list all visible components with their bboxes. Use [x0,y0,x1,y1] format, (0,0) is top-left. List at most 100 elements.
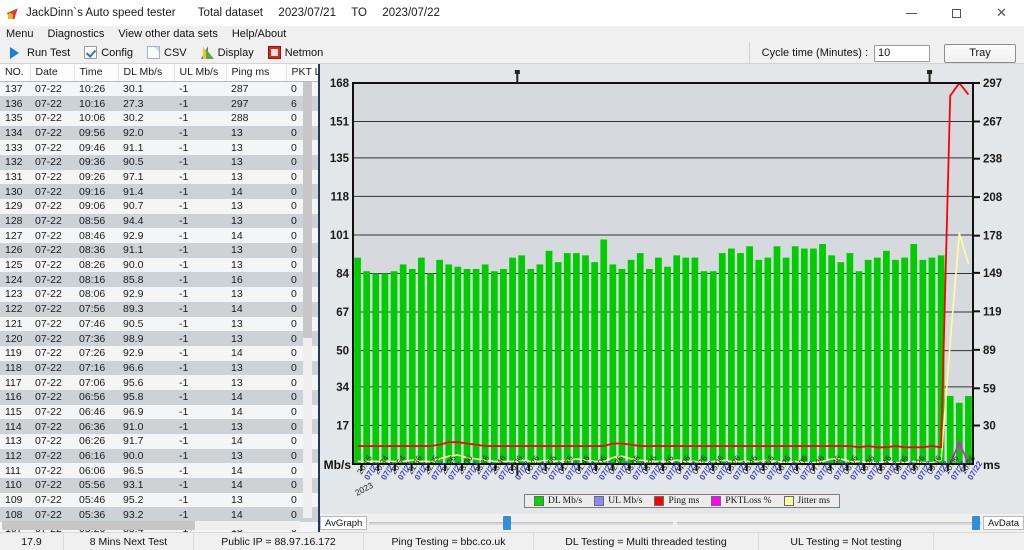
bar-dl-51[interactable] [819,244,826,464]
bar-dl-61[interactable] [910,244,918,464]
avdata-slider[interactable] [677,514,982,532]
table-row[interactable]: 12807-2208:5694.4-11301 [0,214,318,229]
bar-dl-44[interactable] [755,259,763,464]
chart-canvas[interactable]: 17 34 50 67 84 101 118 135 151 168 Mb/s 30 59 89 119 14… [320,64,1024,532]
bar-dl-19[interactable] [527,268,535,464]
bar-dl-35[interactable] [673,255,681,464]
chart-top-marker-head-1[interactable] [927,70,933,74]
bar-dl-20[interactable] [536,264,544,464]
scrollbar-thumb[interactable] [303,82,312,338]
table-horizontal-scrollbar[interactable] [2,521,300,530]
bar-dl-43[interactable] [746,246,753,464]
bar-dl-25[interactable] [582,255,589,464]
bar-dl-59[interactable] [892,259,899,464]
bar-dl-37[interactable] [691,257,699,465]
bar-dl-16[interactable] [500,268,507,464]
column-header-pkt-loss[interactable]: PKT Loss % [286,64,318,82]
bar-dl-30[interactable] [627,259,635,464]
bar-dl-47[interactable] [782,257,790,465]
bar-dl-29[interactable] [618,268,626,464]
column-header-dl[interactable]: DL Mb/s [118,64,175,82]
table-row[interactable]: 11307-2206:2691.7-11403 [0,434,318,449]
bar-dl-9[interactable] [436,259,443,464]
table-row[interactable]: 13107-2209:2697.1-11302 [0,169,318,185]
table-row[interactable]: 12507-2208:2690.0-11302 [0,257,318,273]
table-row[interactable]: 11007-2205:5693.1-11402 [0,478,318,493]
avgraph-slider-thumb[interactable] [503,516,512,530]
menu-item-help-about[interactable]: Help/About [232,26,293,42]
bar-dl-2[interactable] [372,273,380,465]
bar-dl-48[interactable] [791,246,799,464]
bar-dl-54[interactable] [846,253,854,464]
bar-dl-18[interactable] [518,255,526,464]
bar-dl-55[interactable] [855,271,863,464]
bar-dl-34[interactable] [664,266,671,464]
table-row[interactable]: 12307-2208:0692.9-11302 [0,287,318,302]
bar-dl-46[interactable] [773,246,781,464]
table-row[interactable]: 12607-2208:3691.1-11301 [0,243,318,258]
bar-dl-1[interactable] [363,271,371,464]
bar-dl-49[interactable] [800,248,808,464]
column-header-time[interactable]: Time [74,64,119,82]
table-row[interactable]: 10807-2205:3693.2-11403 [0,507,318,522]
display-button[interactable]: Display [199,45,256,60]
bar-dl-39[interactable] [709,271,717,464]
bar-dl-23[interactable] [563,253,571,464]
table-vertical-scrollbar[interactable] [303,82,312,518]
bar-dl-11[interactable] [454,266,462,464]
bar-dl-62[interactable] [919,259,927,464]
bar-dl-10[interactable] [445,264,453,464]
table-row[interactable]: 11607-2206:5695.8-11402 [0,390,318,405]
table-row[interactable]: 12007-2207:3698.9-11301 [0,331,318,346]
column-header-no[interactable]: NO. [0,64,31,82]
bar-dl-32[interactable] [645,268,653,464]
table-row[interactable]: 13307-2209:4691.1-11301 [0,140,318,155]
bar-dl-15[interactable] [490,271,498,464]
table-row[interactable]: 12107-2207:4690.5-11302 [0,316,318,332]
table-row[interactable]: 11907-2207:2692.9-11402 [0,345,318,361]
table-row[interactable]: 12207-2207:5689.3-11404 [0,302,318,317]
bar-dl-31[interactable] [636,253,644,464]
bar-dl-3[interactable] [381,273,389,465]
bar-dl-28[interactable] [609,264,617,464]
bar-dl-42[interactable] [737,253,744,464]
table-row[interactable]: 11207-2206:1690.0-11301 [0,449,318,464]
bar-dl-6[interactable] [408,268,416,464]
table-row[interactable]: 11107-2206:0696.5-11402 [0,463,318,479]
table-row[interactable]: 13507-2210:0630.2-12880156 [0,110,318,126]
table-row[interactable]: 13407-2209:5692.0-11303 [0,126,318,141]
chart-top-marker-head-0[interactable] [514,70,520,74]
column-header-date[interactable]: Date [30,64,75,82]
table-row[interactable]: 12907-2209:0690.7-11301 [0,199,318,214]
table-row[interactable]: 11707-2207:0695.6-11301 [0,375,318,390]
menu-item-view-other-data-sets[interactable]: View other data sets [118,26,224,42]
bar-dl-56[interactable] [864,259,872,464]
bar-dl-0[interactable] [354,257,361,465]
table-row[interactable]: 12707-2208:4692.9-11402 [0,228,318,244]
table-row[interactable]: 11507-2206:4696.9-11403 [0,404,318,420]
bar-dl-26[interactable] [591,262,598,464]
maximize-button[interactable] [934,0,979,26]
netmon-button[interactable]: Netmon [266,45,326,60]
cycle-time-input[interactable] [874,44,930,62]
bar-dl-13[interactable] [472,268,480,464]
bar-dl-53[interactable] [837,262,845,464]
bar-dl-36[interactable] [682,257,690,465]
csv-button[interactable]: CSV [145,45,189,60]
close-button[interactable]: ✕ [979,0,1024,26]
table-row[interactable]: 11407-2206:3691.0-11302 [0,419,318,434]
bar-dl-52[interactable] [828,255,836,464]
table-row[interactable]: 13607-2210:1627.3-12976180 [0,96,318,111]
minimize-button[interactable] [889,0,934,26]
bar-dl-60[interactable] [901,257,908,465]
avdata-slider-thumb[interactable] [971,516,980,530]
table-row[interactable]: 11807-2207:1696.6-11301 [0,361,318,376]
bar-dl-63[interactable] [928,257,936,465]
chart-svg[interactable]: 17 34 50 67 84 101 118 135 151 168 Mb/s 30 59 89 119 14… [320,64,1024,520]
bar-dl-33[interactable] [655,257,662,465]
bar-dl-41[interactable] [728,248,735,464]
tray-button[interactable]: Tray [944,43,1016,63]
config-button[interactable]: Config [82,45,135,60]
bar-dl-50[interactable] [810,248,817,464]
bar-dl-7[interactable] [418,257,425,465]
